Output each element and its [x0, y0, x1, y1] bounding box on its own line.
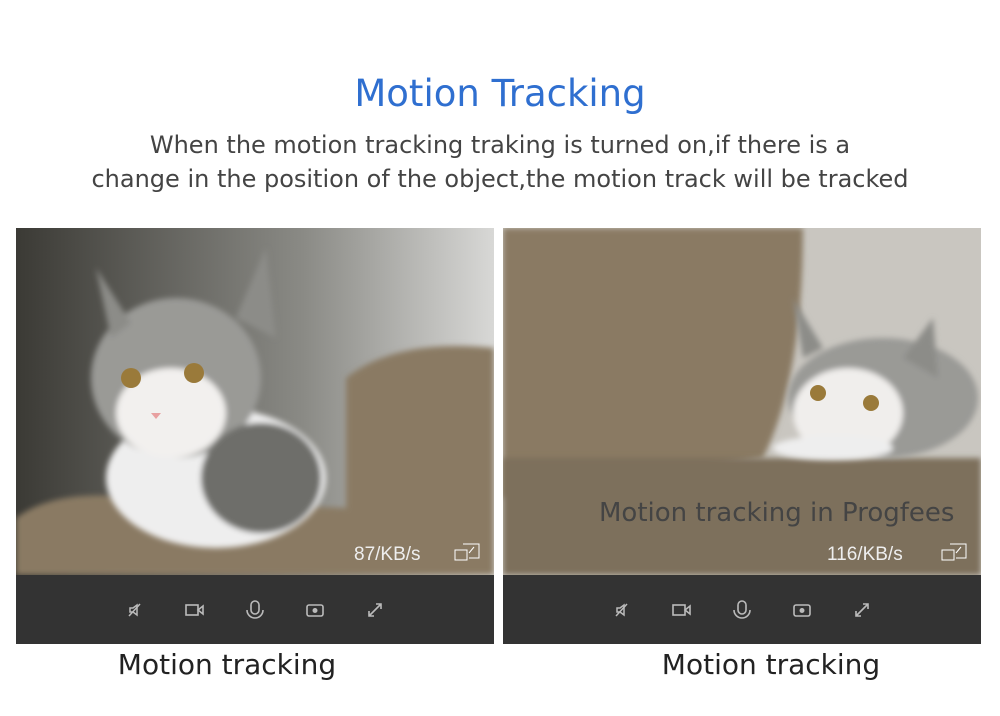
camera-view-left: 87/KB/s	[16, 228, 494, 644]
video-record-icon[interactable]	[671, 599, 693, 621]
bitrate-readout: 87/KB/s	[354, 544, 421, 565]
description-line: When the motion tracking traking is turn…	[149, 131, 851, 159]
caption-left: Motion tracking	[117, 648, 337, 681]
picture-in-picture-icon[interactable]	[454, 543, 480, 561]
bitrate-readout: 116/KB/s	[827, 544, 903, 565]
caption-right: Motion tracking	[661, 648, 881, 681]
cat-photo	[16, 228, 494, 575]
description: When the motion tracking traking is turn…	[40, 128, 960, 196]
snapshot-icon[interactable]	[304, 599, 326, 621]
mute-icon[interactable]	[124, 599, 146, 621]
fullscreen-icon[interactable]	[851, 599, 873, 621]
control-bar	[16, 575, 494, 644]
tracking-overlay-text: Motion tracking in Progfees	[599, 498, 955, 528]
video-record-icon[interactable]	[184, 599, 206, 621]
microphone-icon[interactable]	[244, 599, 266, 621]
control-bar	[503, 575, 981, 644]
snapshot-icon[interactable]	[791, 599, 813, 621]
fullscreen-icon[interactable]	[364, 599, 386, 621]
page-title: Motion Tracking	[354, 72, 646, 115]
description-line: change in the position of the object,the…	[91, 165, 909, 193]
picture-in-picture-icon[interactable]	[941, 543, 967, 561]
camera-view-right: Motion tracking in Progfees 116/KB/s	[503, 228, 981, 644]
microphone-icon[interactable]	[731, 599, 753, 621]
mute-icon[interactable]	[611, 599, 633, 621]
